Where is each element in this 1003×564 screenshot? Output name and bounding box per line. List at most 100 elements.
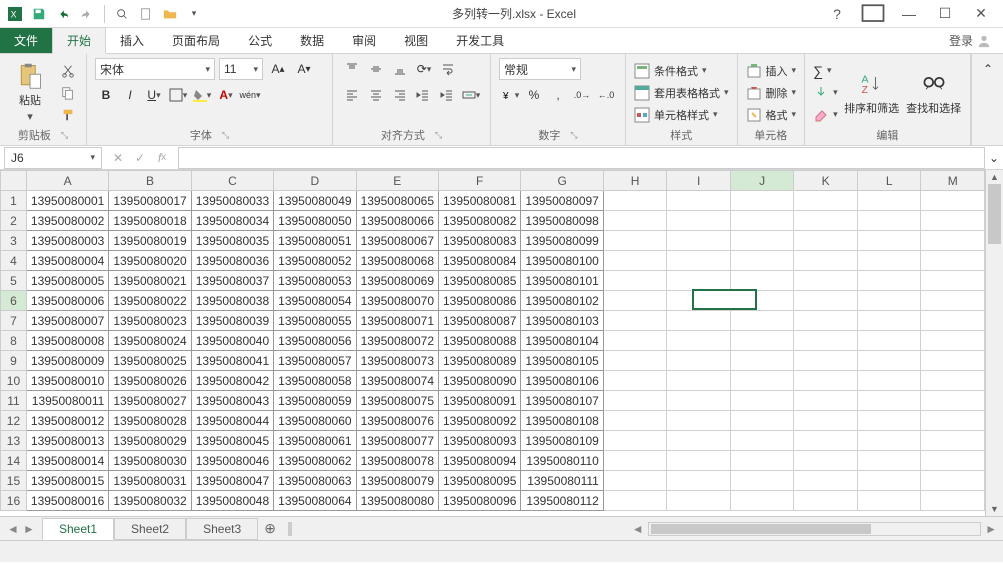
- sheet-tab[interactable]: Sheet1: [42, 518, 114, 540]
- row-header[interactable]: 7: [1, 311, 27, 331]
- undo-icon[interactable]: [52, 3, 74, 25]
- cell[interactable]: [857, 231, 921, 251]
- cell[interactable]: 13950080097: [521, 191, 603, 211]
- cell[interactable]: 13950080030: [109, 451, 191, 471]
- row-header[interactable]: 5: [1, 271, 27, 291]
- cell[interactable]: 13950080096: [439, 491, 521, 511]
- cell[interactable]: [603, 351, 667, 371]
- enter-icon[interactable]: ✓: [130, 148, 150, 168]
- cell[interactable]: 13950080092: [439, 411, 521, 431]
- cell[interactable]: [794, 451, 858, 471]
- cell[interactable]: 13950080031: [109, 471, 191, 491]
- cell[interactable]: [794, 391, 858, 411]
- cell[interactable]: 13950080075: [356, 391, 438, 411]
- delete-cells-button[interactable]: 删除▾: [746, 85, 797, 101]
- cell[interactable]: 13950080069: [356, 271, 438, 291]
- cell[interactable]: [921, 491, 985, 511]
- font-color-icon[interactable]: A▾: [215, 84, 237, 106]
- orientation-icon[interactable]: ⟳▾: [413, 58, 435, 80]
- cell[interactable]: 13950080081: [439, 191, 521, 211]
- col-header[interactable]: D: [274, 171, 356, 191]
- cell[interactable]: 13950080071: [356, 311, 438, 331]
- cell[interactable]: 13950080051: [274, 231, 356, 251]
- cut-icon[interactable]: [58, 61, 78, 81]
- cell[interactable]: [921, 391, 985, 411]
- cell[interactable]: [730, 271, 794, 291]
- new-icon[interactable]: [135, 3, 157, 25]
- ribbon-display-icon[interactable]: [859, 3, 887, 25]
- cell[interactable]: 13950080017: [109, 191, 191, 211]
- tab-数据[interactable]: 数据: [286, 28, 338, 53]
- cell[interactable]: 13950080016: [26, 491, 108, 511]
- fx-icon[interactable]: fx: [152, 148, 172, 168]
- cell[interactable]: 13950080009: [26, 351, 108, 371]
- cell[interactable]: [730, 411, 794, 431]
- cell[interactable]: [603, 271, 667, 291]
- phonetic-icon[interactable]: wén▾: [239, 84, 261, 106]
- cell[interactable]: 13950080101: [521, 271, 603, 291]
- cell[interactable]: 13950080028: [109, 411, 191, 431]
- cell[interactable]: 13950080026: [109, 371, 191, 391]
- col-header[interactable]: A: [26, 171, 108, 191]
- col-header[interactable]: G: [521, 171, 603, 191]
- cell[interactable]: [667, 331, 731, 351]
- cell[interactable]: 13950080036: [191, 251, 273, 271]
- row-header[interactable]: 8: [1, 331, 27, 351]
- cell[interactable]: [730, 351, 794, 371]
- wrap-text-icon[interactable]: [437, 58, 459, 80]
- cell[interactable]: 13950080086: [439, 291, 521, 311]
- cell[interactable]: 13950080068: [356, 251, 438, 271]
- row-header[interactable]: 14: [1, 451, 27, 471]
- cell[interactable]: [921, 351, 985, 371]
- fill-button[interactable]: ▾: [813, 85, 838, 101]
- tab-视图[interactable]: 视图: [390, 28, 442, 53]
- cell[interactable]: [667, 371, 731, 391]
- cell[interactable]: [794, 491, 858, 511]
- tab-file[interactable]: 文件: [0, 28, 52, 53]
- cell[interactable]: [730, 331, 794, 351]
- percent-icon[interactable]: %: [523, 84, 545, 106]
- format-cells-button[interactable]: 格式▾: [746, 107, 797, 123]
- cell[interactable]: 13950080008: [26, 331, 108, 351]
- col-header[interactable]: L: [857, 171, 921, 191]
- cell[interactable]: 13950080109: [521, 431, 603, 451]
- cell[interactable]: 13950080094: [439, 451, 521, 471]
- col-header[interactable]: B: [109, 171, 191, 191]
- cell[interactable]: [730, 451, 794, 471]
- cell[interactable]: 13950080015: [26, 471, 108, 491]
- cell[interactable]: 13950080078: [356, 451, 438, 471]
- horizontal-scrollbar[interactable]: [648, 522, 982, 536]
- cell[interactable]: [857, 491, 921, 511]
- row-header[interactable]: 16: [1, 491, 27, 511]
- cell[interactable]: 13950080022: [109, 291, 191, 311]
- cell[interactable]: [857, 451, 921, 471]
- cell[interactable]: 13950080099: [521, 231, 603, 251]
- cell[interactable]: [603, 491, 667, 511]
- col-header[interactable]: I: [667, 171, 731, 191]
- row-header[interactable]: 10: [1, 371, 27, 391]
- cell[interactable]: 13950080112: [521, 491, 603, 511]
- cell[interactable]: [921, 471, 985, 491]
- cell[interactable]: 13950080046: [191, 451, 273, 471]
- cell[interactable]: 13950080021: [109, 271, 191, 291]
- cell[interactable]: 13950080019: [109, 231, 191, 251]
- align-left-icon[interactable]: [341, 84, 363, 106]
- cell[interactable]: [603, 431, 667, 451]
- currency-icon[interactable]: ¥▾: [499, 84, 521, 106]
- cell[interactable]: 13950080048: [191, 491, 273, 511]
- cell[interactable]: 13950080024: [109, 331, 191, 351]
- cell[interactable]: 13950080023: [109, 311, 191, 331]
- cell[interactable]: [603, 191, 667, 211]
- row-header[interactable]: 4: [1, 251, 27, 271]
- col-header[interactable]: H: [603, 171, 667, 191]
- col-header[interactable]: M: [921, 171, 985, 191]
- cell[interactable]: 13950080077: [356, 431, 438, 451]
- cell[interactable]: 13950080064: [274, 491, 356, 511]
- cell[interactable]: [603, 451, 667, 471]
- copy-icon[interactable]: [58, 83, 78, 103]
- cell[interactable]: 13950080044: [191, 411, 273, 431]
- tab-插入[interactable]: 插入: [106, 28, 158, 53]
- cell[interactable]: [603, 311, 667, 331]
- cell[interactable]: 13950080034: [191, 211, 273, 231]
- cell[interactable]: [603, 291, 667, 311]
